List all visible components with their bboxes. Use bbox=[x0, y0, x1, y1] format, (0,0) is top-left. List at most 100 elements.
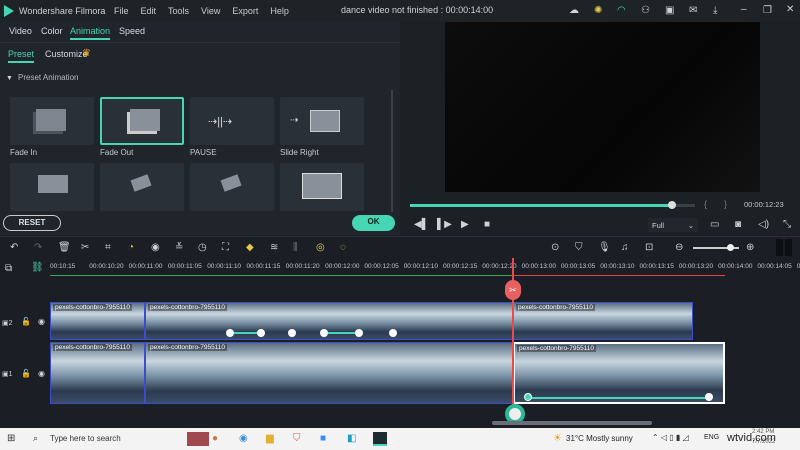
render-icon[interactable]: ⊙ bbox=[551, 243, 559, 253]
preset-fade-in[interactable]: Fade In bbox=[10, 97, 94, 157]
microphone-icon[interactable]: 🎙 bbox=[598, 243, 611, 253]
link-icon[interactable]: ⛓ bbox=[31, 263, 44, 273]
keyframe[interactable] bbox=[320, 329, 328, 337]
stop-icon[interactable]: ■ bbox=[484, 220, 490, 230]
crop-icon[interactable]: ⌗ bbox=[105, 243, 111, 253]
next-frame-icon[interactable]: ▌▶ bbox=[437, 220, 452, 230]
save-icon[interactable]: ▣ bbox=[665, 6, 674, 16]
marker-icon[interactable]: ⛉ bbox=[575, 243, 583, 253]
clip[interactable]: pexels-cottonbro-7955110 bbox=[50, 342, 145, 404]
reset-button[interactable]: RESET bbox=[3, 215, 61, 231]
fit-icon[interactable]: ⛶ bbox=[222, 243, 229, 253]
timer-icon[interactable]: ◷ bbox=[198, 243, 207, 253]
keyframe[interactable] bbox=[524, 393, 532, 401]
search-icon[interactable]: ⌕ bbox=[33, 433, 38, 444]
language[interactable]: ENG bbox=[704, 434, 719, 441]
redo-icon[interactable]: ↷ bbox=[34, 243, 42, 253]
ok-button[interactable]: OK bbox=[352, 215, 395, 231]
restore-icon[interactable]: ❐ bbox=[763, 6, 772, 16]
menu-view[interactable]: View bbox=[201, 6, 220, 16]
stabilize-icon[interactable]: ◌ bbox=[340, 243, 346, 253]
keyframe[interactable] bbox=[355, 329, 363, 337]
horizontal-scrollbar[interactable] bbox=[492, 421, 652, 425]
menu-edit[interactable]: Edit bbox=[141, 6, 157, 16]
volume-icon[interactable]: ◁) bbox=[758, 220, 769, 230]
adjust-icon[interactable]: ≚ bbox=[175, 243, 183, 253]
preset-rotate-1[interactable] bbox=[100, 163, 184, 211]
tab-speed[interactable]: Speed bbox=[119, 26, 145, 36]
lightbulb-icon[interactable]: ✺ bbox=[594, 6, 602, 16]
clip[interactable]: pexels-cottonbro-7955110 bbox=[50, 302, 145, 340]
keyframe[interactable] bbox=[389, 329, 397, 337]
timeline-ruler[interactable]: ⧉ ⛓ 00:10:15 00:00:10:20 00:00:11:00 00:00:… bbox=[0, 258, 800, 280]
widget-icon[interactable] bbox=[187, 432, 209, 446]
preset-slide-up[interactable] bbox=[10, 163, 94, 211]
preset-zoom[interactable] bbox=[280, 163, 364, 211]
clip[interactable]: pexels-cottonbro-7955110 bbox=[145, 302, 513, 340]
menu-help[interactable]: Help bbox=[270, 6, 289, 16]
menu-file[interactable]: File bbox=[114, 6, 129, 16]
green-screen-icon[interactable]: ≋ bbox=[270, 243, 278, 253]
delete-icon[interactable]: 🗑 bbox=[58, 243, 71, 253]
menu-tools[interactable]: Tools bbox=[168, 6, 189, 16]
keyframe[interactable] bbox=[705, 393, 713, 401]
cookie-icon[interactable]: ● bbox=[212, 433, 218, 444]
preset-rotate-2[interactable] bbox=[190, 163, 274, 211]
taskbar-search[interactable]: Type here to search bbox=[50, 434, 121, 443]
tab-video[interactable]: Video bbox=[9, 26, 32, 36]
speed-icon[interactable]: ◔ bbox=[128, 243, 134, 253]
preset-fade-out[interactable]: Fade Out bbox=[100, 97, 184, 157]
download-icon[interactable]: ⤓ bbox=[713, 6, 717, 16]
collapse-arrow-icon[interactable]: ▼ bbox=[6, 74, 13, 84]
audio-split-icon[interactable]: ⫼ bbox=[293, 243, 298, 253]
headset-icon[interactable]: ◠ bbox=[617, 6, 626, 16]
mark-out-icon[interactable]: } bbox=[724, 199, 727, 209]
zoom-slider[interactable] bbox=[693, 244, 739, 251]
tray-icons[interactable]: ⌃ ◁ ▯ ▮ ◿ bbox=[652, 433, 689, 442]
filmora-taskbar-icon[interactable] bbox=[373, 432, 387, 446]
menu-export[interactable]: Export bbox=[232, 6, 258, 16]
zoom-out-icon[interactable]: ⊖ bbox=[675, 243, 683, 253]
keyframe[interactable] bbox=[288, 329, 296, 337]
undo-icon[interactable]: ↶ bbox=[10, 243, 18, 253]
clip[interactable]: pexels-cottonbro-7955110 bbox=[513, 302, 693, 340]
lock-icon[interactable]: 🔓 bbox=[21, 317, 31, 327]
keyframe[interactable] bbox=[226, 329, 234, 337]
cut-icon[interactable]: ✂ bbox=[81, 243, 89, 253]
preset-slide-right[interactable]: ⇢ Slide Right bbox=[280, 97, 364, 157]
chrome-icon[interactable]: ◉ bbox=[239, 433, 248, 444]
prev-frame-icon[interactable]: ◀▌ bbox=[414, 220, 429, 230]
cloud-icon[interactable]: ☁ bbox=[569, 6, 579, 16]
zoom-app-icon[interactable]: ■ bbox=[320, 433, 326, 444]
account-icon[interactable]: ⚇ bbox=[641, 6, 650, 16]
app-icon[interactable]: ◧ bbox=[347, 433, 356, 444]
keyframe-icon[interactable]: ◆ bbox=[246, 243, 254, 253]
eye-icon[interactable]: ◉ bbox=[38, 317, 45, 327]
playback-scrubber[interactable] bbox=[410, 201, 695, 209]
zoom-in-icon[interactable]: ⊕ bbox=[746, 243, 754, 253]
snapshot-icon[interactable]: ◙ bbox=[735, 220, 741, 230]
clip[interactable]: pexels-cottonbro-7955110 bbox=[145, 342, 513, 404]
mail-icon[interactable]: ✉ bbox=[689, 6, 697, 16]
clip-selected[interactable]: pexels-cottonbro-7955110 bbox=[513, 342, 725, 404]
keyframe[interactable] bbox=[257, 329, 265, 337]
scrollbar[interactable] bbox=[391, 90, 393, 230]
eye-icon[interactable]: ◉ bbox=[38, 369, 45, 379]
color-icon[interactable]: ◉ bbox=[151, 243, 160, 253]
split-scissors-icon[interactable]: ✂ bbox=[505, 280, 521, 300]
brave-icon[interactable]: ⛉ bbox=[293, 433, 301, 444]
file-explorer-icon[interactable]: ▆ bbox=[266, 433, 274, 444]
mark-in-icon[interactable]: { bbox=[704, 199, 707, 209]
close-icon[interactable]: ✕ bbox=[786, 5, 794, 15]
layout-icon[interactable] bbox=[776, 239, 792, 256]
tab-animation[interactable]: Animation bbox=[70, 26, 111, 40]
audio-mix-icon[interactable]: ♫ bbox=[621, 243, 629, 253]
tab-color[interactable]: Color bbox=[41, 26, 63, 36]
weather-text[interactable]: 31°C Mostly sunny bbox=[566, 434, 633, 443]
display-icon[interactable]: ▭ bbox=[710, 220, 719, 230]
pip-icon[interactable]: ⊡ bbox=[645, 243, 653, 253]
play-icon[interactable]: ▶ bbox=[461, 220, 469, 230]
quality-select[interactable]: Full ⌄ bbox=[648, 218, 698, 232]
add-track-icon[interactable]: ⧉ bbox=[5, 264, 12, 274]
windows-start-icon[interactable]: ⊞ bbox=[7, 433, 15, 444]
